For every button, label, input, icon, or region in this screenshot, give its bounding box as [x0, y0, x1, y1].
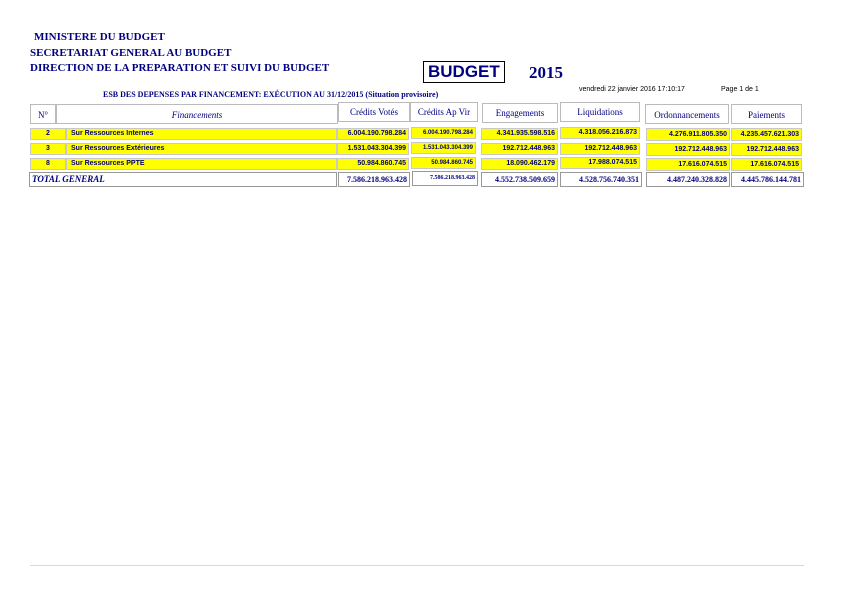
row-label: Sur Ressources Internes — [66, 128, 337, 140]
budget-label-box: BUDGET — [423, 61, 505, 83]
total-ordonnancements: 4.487.240.328.828 — [646, 172, 730, 187]
cell-ordonnancements: 4.276.911.805.350 — [646, 128, 730, 141]
cell-paiements: 17.616.074.515 — [731, 158, 802, 171]
col-header-ordonnancements: Ordonnancements — [645, 104, 729, 124]
report-subtitle: ESB DES DEPENSES PAR FINANCEMENT: EXÉCUT… — [103, 90, 439, 99]
footer-divider — [30, 565, 804, 566]
page-indicator: Page 1 de 1 — [721, 86, 759, 93]
cell-liquidations: 192.712.448.963 — [560, 143, 640, 155]
total-paiements: 4.445.786.144.781 — [731, 172, 804, 187]
col-header-paiements: Paiements — [731, 104, 802, 124]
total-credits-ap-vir: 7.586.218.963.428 — [412, 171, 478, 186]
cell-credits-votes: 1.531.043.304.399 — [337, 143, 409, 155]
cell-engagements: 4.341.935.598.516 — [481, 128, 558, 140]
cell-credits-ap-vir: 1.531.043.304.399 — [411, 142, 476, 154]
cell-ordonnancements: 192.712.448.963 — [646, 143, 730, 156]
total-label: TOTAL GENERAL — [29, 172, 337, 187]
cell-credits-votes: 6.004.190.798.284 — [337, 128, 409, 140]
col-header-liquidations: Liquidations — [560, 102, 640, 122]
row-num: 8 — [30, 158, 66, 170]
cell-paiements: 4.235.457.621.303 — [731, 128, 802, 141]
cell-credits-votes: 50.984.860.745 — [337, 158, 409, 170]
budget-year: 2015 — [529, 63, 563, 82]
report-datetime: vendredi 22 janvier 2016 17:10:17 — [579, 86, 685, 93]
total-credits-votes: 7.586.218.963.428 — [338, 172, 410, 187]
cell-credits-ap-vir: 50.984.860.745 — [411, 157, 476, 169]
ministry-title: MINISTERE DU BUDGET — [34, 31, 165, 43]
row-num: 3 — [30, 143, 66, 155]
row-label: Sur Ressources Extérieures — [66, 143, 337, 155]
secretariat-title: SECRETARIAT GENERAL AU BUDGET — [30, 47, 232, 59]
col-header-financements: Financements — [56, 104, 338, 124]
cell-liquidations: 17.988.074.515 — [560, 157, 640, 169]
col-header-credits-ap-vir: Crédits Ap Vir — [410, 102, 478, 122]
cell-liquidations: 4.318.056.216.873 — [560, 127, 640, 139]
direction-title: DIRECTION DE LA PREPARATION ET SUIVI DU … — [30, 62, 330, 74]
cell-ordonnancements: 17.616.074.515 — [646, 158, 730, 171]
total-liquidations: 4.528.756.740.351 — [560, 172, 642, 187]
row-label: Sur Ressources PPTE — [66, 158, 337, 170]
cell-paiements: 192.712.448.963 — [731, 143, 802, 156]
cell-engagements: 192.712.448.963 — [481, 143, 558, 155]
col-header-credits-votes: Crédits Votés — [338, 102, 410, 122]
col-header-num: N° — [30, 104, 56, 124]
row-num: 2 — [30, 128, 66, 140]
cell-engagements: 18.090.462.179 — [481, 158, 558, 170]
total-engagements: 4.552.738.509.659 — [481, 172, 558, 187]
col-header-engagements: Engagements — [482, 103, 558, 123]
cell-credits-ap-vir: 6.004.190.798.284 — [411, 127, 476, 139]
